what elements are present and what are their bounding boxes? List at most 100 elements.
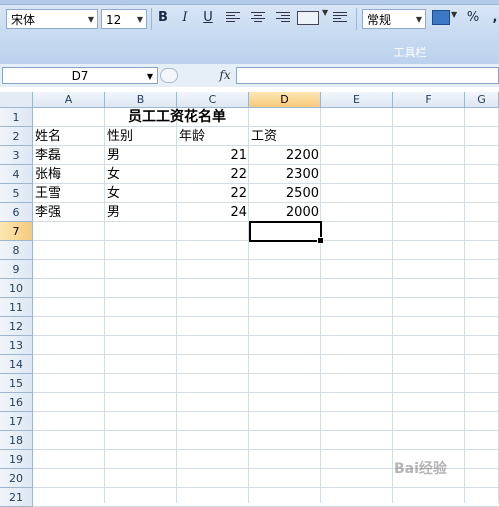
formula-bar-resize-handle[interactable]: [160, 68, 178, 83]
header-age[interactable]: 年龄: [177, 127, 249, 146]
cell-salary[interactable]: 2300: [249, 165, 321, 184]
sheet-title[interactable]: 员工工资花名单: [33, 108, 321, 127]
row-header-14[interactable]: 14: [0, 355, 33, 374]
chevron-down-icon: ▼: [87, 15, 94, 24]
cell-age[interactable]: 22: [177, 184, 249, 203]
column-gridline: [392, 108, 393, 503]
row-gridline: [33, 297, 499, 298]
row-gridline: [33, 278, 499, 279]
bold-button[interactable]: B: [153, 8, 173, 28]
chevron-down-icon: ▼: [322, 8, 329, 17]
font-size-dropdown[interactable]: 12 ▼: [101, 9, 147, 29]
column-header-b[interactable]: B: [105, 92, 177, 108]
column-header-c[interactable]: C: [177, 92, 249, 108]
row-header-2[interactable]: 2: [0, 127, 33, 146]
chevron-down-icon: ▼: [451, 10, 458, 19]
comma-style-icon[interactable]: ,: [485, 8, 499, 28]
number-format-dropdown[interactable]: 常规 ▼: [362, 9, 426, 29]
chevron-down-icon: ▼: [415, 15, 422, 24]
row-header-18[interactable]: 18: [0, 431, 33, 450]
row-header-13[interactable]: 13: [0, 336, 33, 355]
row-header-16[interactable]: 16: [0, 393, 33, 412]
row-header-21[interactable]: 21: [0, 488, 33, 507]
row-gridline: [33, 392, 499, 393]
number-format-value: 常规: [367, 13, 392, 27]
selected-cell-d7[interactable]: [249, 221, 324, 244]
cell-salary[interactable]: 2200: [249, 146, 321, 165]
percent-button[interactable]: %: [463, 8, 483, 28]
cell-gender[interactable]: 女: [105, 165, 177, 184]
column-header-f[interactable]: F: [393, 92, 465, 108]
merge-center-icon[interactable]: [297, 11, 319, 25]
ribbon-group-label: 工具栏: [393, 46, 427, 59]
underline-button[interactable]: U: [198, 8, 218, 28]
row-header-15[interactable]: 15: [0, 374, 33, 393]
row-header-5[interactable]: 5: [0, 184, 33, 203]
cell-gender[interactable]: 男: [105, 203, 177, 222]
row-header-20[interactable]: 20: [0, 469, 33, 488]
align-right-icon[interactable]: [276, 12, 290, 24]
row-gridline: [33, 259, 499, 260]
row-header-1[interactable]: 1: [0, 108, 33, 127]
font-name-value: 宋体: [11, 13, 36, 27]
row-header-7[interactable]: 7: [0, 222, 33, 241]
column-header-e[interactable]: E: [321, 92, 393, 108]
cell-name[interactable]: 李强: [33, 203, 105, 222]
row-gridline: [33, 411, 499, 412]
fill-handle[interactable]: [317, 237, 324, 244]
worksheet-grid[interactable]: ABCDEFG 1 2 3 4 5 6 7 8 9 10 11 12 13 14 15 16 17 18 19 20 2…: [0, 87, 499, 507]
header-salary[interactable]: 工资: [249, 127, 321, 146]
cell-name[interactable]: 张梅: [33, 165, 105, 184]
row-header-11[interactable]: 11: [0, 298, 33, 317]
row-header-3[interactable]: 3: [0, 146, 33, 165]
font-name-dropdown[interactable]: 宋体 ▼: [6, 9, 98, 29]
formula-input[interactable]: [236, 67, 499, 84]
row-gridline: [33, 316, 499, 317]
cell-name[interactable]: 王雪: [33, 184, 105, 203]
row-header-12[interactable]: 12: [0, 317, 33, 336]
row-gridline: [33, 449, 499, 450]
cell-gender[interactable]: 男: [105, 146, 177, 165]
formula-bar: D7 ▼ fx: [0, 64, 499, 88]
cell-salary[interactable]: 2000: [249, 203, 321, 222]
row-header-19[interactable]: 19: [0, 450, 33, 469]
watermark-logo: Bai经验: [394, 461, 447, 477]
align-left-icon[interactable]: [226, 12, 240, 24]
column-gridline: [464, 108, 465, 503]
column-header-d[interactable]: D: [249, 92, 321, 108]
row-header-8[interactable]: 8: [0, 241, 33, 260]
chevron-down-icon: ▼: [146, 72, 153, 81]
row-header-4[interactable]: 4: [0, 165, 33, 184]
ribbon-toolbar: 宋体 ▼ 12 ▼ B I U ▼ 常规 ▼ ▼ % , 工具栏: [0, 0, 499, 65]
column-header-a[interactable]: A: [33, 92, 105, 108]
row-gridline: [33, 487, 499, 488]
currency-format-icon[interactable]: [432, 10, 450, 25]
cell-age[interactable]: 21: [177, 146, 249, 165]
cell-age[interactable]: 24: [177, 203, 249, 222]
column-header-g[interactable]: G: [465, 92, 499, 108]
cell-gender[interactable]: 女: [105, 184, 177, 203]
insert-function-button[interactable]: fx: [216, 67, 234, 84]
row-header-10[interactable]: 10: [0, 279, 33, 298]
cell-name[interactable]: 李磊: [33, 146, 105, 165]
row-gridline: [33, 373, 499, 374]
align-center-icon[interactable]: [251, 12, 265, 24]
name-box[interactable]: D7 ▼: [2, 67, 158, 84]
cell-salary[interactable]: 2500: [249, 184, 321, 203]
chevron-down-icon: ▼: [136, 15, 143, 24]
row-header-6[interactable]: 6: [0, 203, 33, 222]
row-gridline: [33, 430, 499, 431]
select-all-corner[interactable]: [0, 92, 33, 108]
header-gender[interactable]: 性别: [105, 127, 177, 146]
row-gridline: [33, 335, 499, 336]
ribbon-top-strip: [0, 0, 499, 5]
font-size-value: 12: [106, 13, 122, 27]
row-header-9[interactable]: 9: [0, 260, 33, 279]
divider: [356, 8, 357, 30]
cell-age[interactable]: 22: [177, 165, 249, 184]
name-box-value: D7: [71, 69, 89, 83]
header-name[interactable]: 姓名: [33, 127, 105, 146]
wrap-text-icon[interactable]: [333, 12, 347, 24]
italic-button[interactable]: I: [175, 8, 195, 28]
row-header-17[interactable]: 17: [0, 412, 33, 431]
